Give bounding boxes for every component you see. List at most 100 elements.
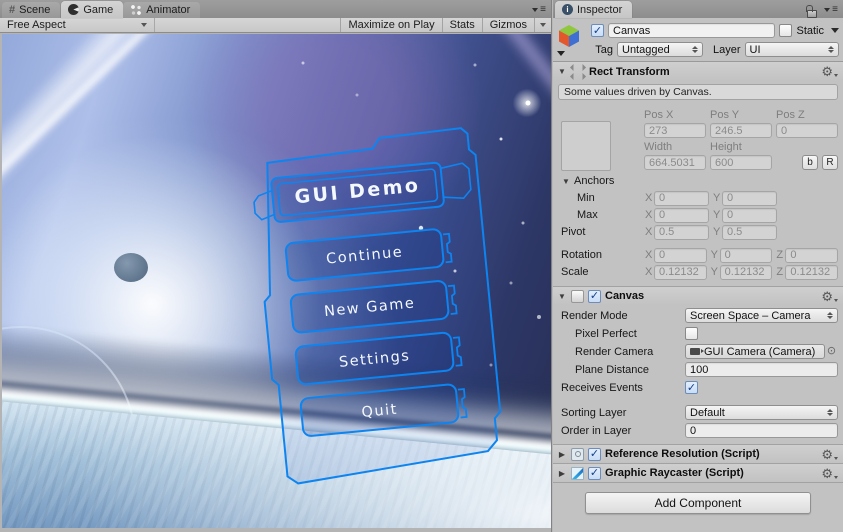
gear-icon[interactable] bbox=[821, 467, 838, 480]
foldout-icon[interactable] bbox=[557, 67, 567, 76]
tab-game-label: Game bbox=[83, 3, 114, 16]
rect-transform-component: Rect Transform Some values driven by Can… bbox=[553, 62, 843, 286]
game-toolbar: Free Aspect Maximize on Play Stats Gizmo… bbox=[0, 18, 551, 33]
order-in-layer-field[interactable]: 0 bbox=[685, 423, 838, 438]
render-camera-object-field[interactable]: GUI Camera (Camera) bbox=[685, 344, 825, 359]
receives-events-label: Receives Events bbox=[561, 381, 643, 394]
max-y-field[interactable]: 0 bbox=[722, 207, 777, 223]
width-label: Width bbox=[644, 140, 673, 153]
name-field[interactable]: Canvas bbox=[608, 23, 776, 38]
scale-x-field[interactable]: 0.12132 bbox=[654, 264, 707, 280]
canvas-header[interactable]: Canvas bbox=[553, 286, 843, 305]
reference-resolution-header[interactable]: Reference Resolution (Script) bbox=[553, 444, 843, 463]
width-field[interactable]: 664.5031 bbox=[644, 155, 706, 170]
receives-events-row: Receives Events bbox=[553, 379, 843, 396]
gizmos-button[interactable]: Gizmos bbox=[481, 18, 534, 32]
graphic-raycaster-icon bbox=[571, 466, 584, 480]
dropdown-arrows-icon bbox=[823, 312, 833, 319]
rotation-x-field[interactable]: 0 bbox=[654, 247, 707, 263]
rect-transform-title: Rect Transform bbox=[589, 65, 670, 78]
rect-transform-header[interactable]: Rect Transform bbox=[553, 62, 843, 81]
gizmos-dropdown-arrow[interactable] bbox=[534, 18, 551, 32]
animator-icon bbox=[130, 4, 143, 16]
raw-edit-mode-button[interactable]: R bbox=[822, 155, 838, 170]
gear-icon[interactable] bbox=[821, 448, 838, 461]
sci-fi-menu-panel: GUI Demo Continue New Game Settings Quit bbox=[253, 127, 502, 485]
aspect-dropdown[interactable]: Free Aspect bbox=[0, 18, 155, 32]
name-field-value: Canvas bbox=[613, 24, 651, 37]
sorting-layer-dropdown[interactable]: Default bbox=[685, 405, 838, 420]
layer-value: UI bbox=[749, 43, 761, 56]
inspector-panel: Inspector Canvas Static bbox=[553, 0, 843, 532]
active-checkbox[interactable] bbox=[591, 24, 604, 37]
pivot-y-field[interactable]: 0.5 bbox=[722, 224, 777, 240]
tab-game[interactable]: Game bbox=[61, 1, 124, 18]
canvas-component-icon bbox=[571, 289, 584, 303]
canvas-component: Canvas Render Mode Screen Space – Camera… bbox=[553, 286, 843, 444]
stats-button[interactable]: Stats bbox=[441, 18, 482, 32]
max-label: Max bbox=[577, 209, 598, 221]
foldout-icon[interactable] bbox=[557, 292, 567, 301]
stars bbox=[2, 34, 4, 36]
gear-icon[interactable] bbox=[821, 290, 838, 303]
sorting-layer-row: Sorting Layer Default bbox=[553, 404, 843, 421]
rotation-y-field[interactable]: 0 bbox=[719, 247, 773, 263]
height-field[interactable]: 600 bbox=[710, 155, 772, 170]
lock-icon[interactable] bbox=[806, 5, 818, 18]
tab-inspector[interactable]: Inspector bbox=[555, 1, 633, 18]
object-picker-icon[interactable] bbox=[825, 344, 838, 359]
graphic-raycaster-enabled-checkbox[interactable] bbox=[588, 466, 601, 480]
gameobject-cube-icon[interactable] bbox=[557, 22, 587, 58]
pos-y-field[interactable]: 246.5 bbox=[710, 123, 772, 138]
scale-label: Scale bbox=[561, 266, 589, 278]
pos-x-field[interactable]: 273 bbox=[644, 123, 706, 138]
render-camera-row: Render Camera GUI Camera (Camera) bbox=[553, 343, 843, 360]
plane-distance-field[interactable]: 100 bbox=[685, 362, 838, 377]
scale-z-field[interactable]: 0.12132 bbox=[785, 264, 839, 280]
graphic-raycaster-title: Graphic Raycaster (Script) bbox=[605, 467, 744, 479]
pos-z-field[interactable]: 0 bbox=[776, 123, 838, 138]
reference-resolution-enabled-checkbox[interactable] bbox=[588, 447, 601, 461]
anchors-max-row: Max X 0 Y 0 bbox=[553, 207, 843, 223]
static-checkbox[interactable] bbox=[779, 24, 793, 37]
pivot-x-field[interactable]: 0.5 bbox=[654, 224, 709, 240]
receives-events-checkbox[interactable] bbox=[685, 381, 698, 394]
dropdown-arrows-icon bbox=[824, 46, 834, 53]
gear-icon[interactable] bbox=[821, 65, 838, 78]
rotation-z-field[interactable]: 0 bbox=[785, 247, 839, 263]
pos-y-label: Pos Y bbox=[710, 108, 740, 121]
blueprint-mode-button[interactable]: b bbox=[802, 155, 818, 170]
pos-x-label: Pos X bbox=[644, 108, 674, 121]
max-x-field[interactable]: 0 bbox=[654, 207, 709, 223]
anchors-foldout-row[interactable]: Anchors bbox=[553, 173, 843, 189]
maximize-on-play-button[interactable]: Maximize on Play bbox=[340, 18, 441, 32]
graphic-raycaster-header[interactable]: Graphic Raycaster (Script) bbox=[553, 463, 843, 482]
inspector-pane-menu-icon[interactable] bbox=[824, 6, 843, 18]
layer-dropdown[interactable]: UI bbox=[744, 42, 839, 57]
height-label: Height bbox=[710, 140, 742, 153]
render-mode-dropdown[interactable]: Screen Space – Camera bbox=[685, 308, 838, 323]
game-pane-menu-icon[interactable] bbox=[532, 6, 551, 18]
tag-dropdown[interactable]: Untagged bbox=[617, 42, 703, 57]
foldout-icon[interactable] bbox=[557, 469, 567, 478]
icon-expand-arrow[interactable] bbox=[557, 51, 565, 56]
foldout-icon[interactable] bbox=[561, 177, 571, 186]
pixel-perfect-checkbox[interactable] bbox=[685, 327, 698, 340]
pos-z-label: Pos Z bbox=[776, 108, 805, 121]
min-y-field[interactable]: 0 bbox=[722, 190, 777, 206]
tab-scene[interactable]: Scene bbox=[2, 2, 61, 18]
chevron-down-icon bbox=[540, 23, 546, 27]
chevron-down-icon bbox=[141, 23, 147, 27]
moon-silhouette bbox=[114, 253, 148, 282]
scale-y-field[interactable]: 0.12132 bbox=[719, 264, 773, 280]
render-camera-value: GUI Camera (Camera) bbox=[704, 345, 816, 358]
scale-row: Scale X 0.12132 Y 0.12132 Z 0.12132 bbox=[553, 264, 843, 280]
static-dropdown-arrow[interactable] bbox=[831, 28, 839, 33]
foldout-icon[interactable] bbox=[557, 450, 567, 459]
tab-animator-label: Animator bbox=[146, 4, 191, 16]
add-component-button[interactable]: Add Component bbox=[585, 492, 811, 514]
canvas-enabled-checkbox[interactable] bbox=[588, 289, 601, 303]
tab-animator[interactable]: Animator bbox=[123, 2, 201, 18]
game-tabbar: Scene Game Animator bbox=[0, 0, 551, 18]
min-x-field[interactable]: 0 bbox=[654, 190, 709, 206]
